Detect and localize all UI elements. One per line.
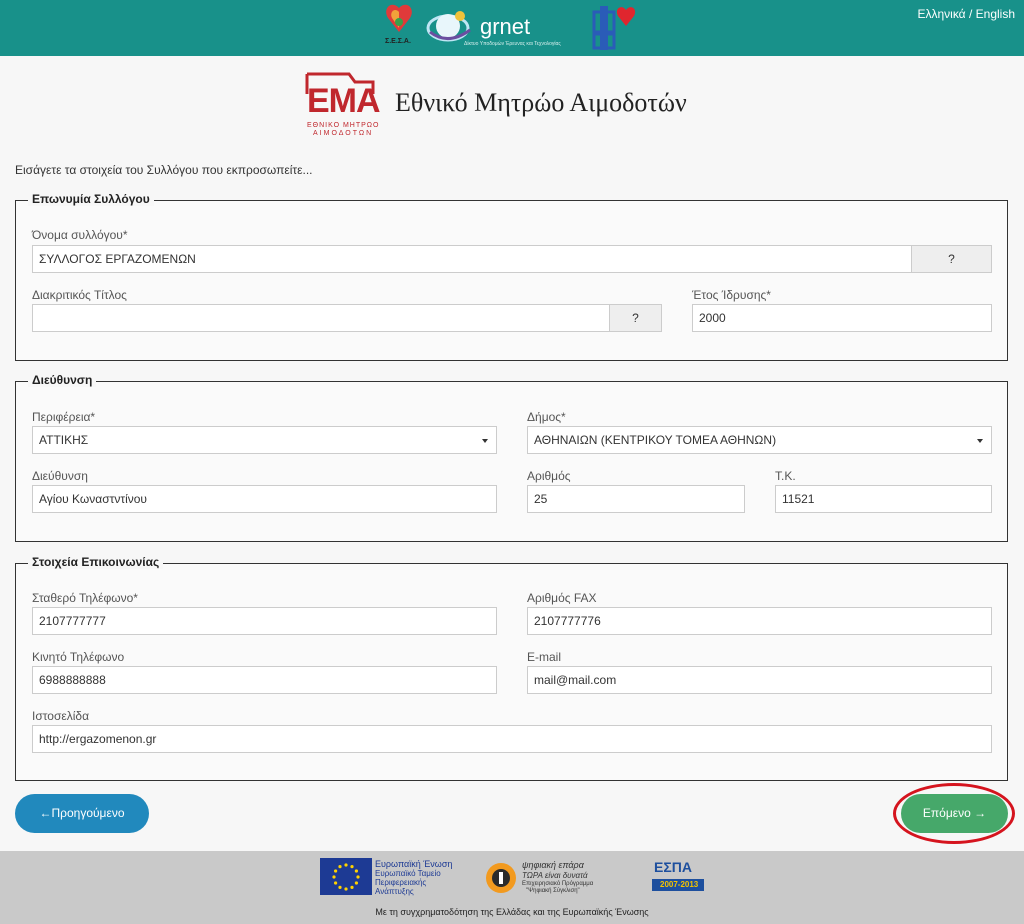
landline-label: Σταθερό Τηλέφωνο* (32, 591, 138, 605)
eu-line-2: Ευρωπαϊκό Ταμείο (375, 869, 441, 878)
association-name-label: Όνομα συλλόγου* (32, 228, 128, 242)
ema-logo-sub1: ΕΘΝΙΚΟ ΜΗΤΡΩΟ (307, 122, 380, 129)
region-label: Περιφέρεια* (32, 410, 96, 424)
lang-english-link[interactable]: English (976, 7, 1015, 21)
eu-line-4: Ανάπτυξης (375, 887, 414, 896)
chevron-down-icon (482, 439, 488, 443)
language-switcher: Ελληνικά / English (917, 7, 1015, 21)
distinctive-title-help-button[interactable]: ? (609, 304, 662, 332)
founding-year-field[interactable]: 2000 (692, 304, 992, 332)
fax-label: Αριθμός FAX (527, 591, 597, 605)
association-name-section: Επωνυμία Συλλόγου Όνομα συλλόγου* ΣΥΛΛΟΓ… (15, 192, 1008, 361)
eu-line-1: Ευρωπαϊκή Ένωση (375, 859, 453, 869)
municipality-selected-value: ΑΘΗΝΑΙΩΝ (ΚΕΝΤΡΙΚΟΥ ΤΟΜΕΑ ΑΘΗΝΩΝ) (534, 433, 777, 447)
grnet-logo: grnet Δίκτυο Υποδομών Έρευνας και Τεχνολ… (424, 2, 584, 52)
website-field[interactable]: http://ergazomenon.gr (32, 725, 992, 753)
previous-button-label: Προηγούμενο (51, 806, 125, 820)
address-section: Διεύθυνση Περιφέρεια* ΑΤΤΙΚΗΣ Δήμος* ΑΘΗ… (15, 373, 1008, 542)
previous-button[interactable]: ←Προηγούμενο (15, 794, 149, 833)
section-legend-address: Διεύθυνση (28, 373, 97, 387)
eu-line-3: Περιφερειακής (375, 878, 427, 887)
digital-line-2: ΤΩΡΑ είναι δυνατά (522, 871, 588, 880)
contact-section: Στοιχεία Επικοινωνίας Σταθερό Τηλέφωνο* … (15, 555, 1008, 781)
footer: Ευρωπαϊκή Ένωση Ευρωπαϊκό Ταμείο Περιφερ… (0, 851, 1024, 924)
digital-line-4: "Ψηφιακή Σύγκλιση" (526, 888, 580, 894)
arrow-left-icon: ← (39, 806, 52, 820)
street-label: Διεύθυνση (32, 469, 88, 483)
postcode-field[interactable]: 11521 (775, 485, 992, 513)
brand-header: ΕΜΑ ΕΘΝΙΚΟ ΜΗΤΡΩΟ ΑΙΜΟΔΟΤΩΝ Εθνικό Μητρώ… (305, 72, 745, 142)
fax-field[interactable]: 2107777776 (527, 607, 992, 635)
street-number-label: Αριθμός (527, 469, 571, 483)
grnet-tagline: Δίκτυο Υποδομών Έρευνας και Τεχνολογίας (464, 41, 561, 47)
municipality-label: Δήμος* (527, 410, 566, 424)
intro-text: Εισάγετε τα στοιχεία του Συλλόγου που εκ… (15, 163, 313, 177)
region-select[interactable]: ΑΤΤΙΚΗΣ (32, 426, 497, 454)
email-field[interactable]: mail@mail.com (527, 666, 992, 694)
eseth-label: Σ.Ε.Σ.Α. (385, 38, 411, 45)
street-number-field[interactable]: 25 (527, 485, 745, 513)
cofunding-text: Με τη συγχρηματοδότηση της Ελλάδας και τ… (375, 907, 649, 917)
grnet-wordmark: grnet (480, 14, 531, 39)
ema-logo-sub2: ΑΙΜΟΔΟΤΩΝ (313, 130, 374, 137)
chevron-down-icon (977, 439, 983, 443)
espa-logo: ΕΣΠΑ 2007-2013 (646, 859, 708, 897)
page-title: Εθνικό Μητρώο Αιμοδοτών (395, 88, 687, 117)
mobile-label: Κινητό Τηλέφωνο (32, 650, 125, 664)
municipality-select[interactable]: ΑΘΗΝΑΙΩΝ (ΚΕΝΤΡΙΚΟΥ ΤΟΜΕΑ ΑΘΗΝΩΝ) (527, 426, 992, 454)
postcode-label: Τ.Κ. (775, 469, 796, 483)
espa-years: 2007-2013 (660, 880, 699, 889)
eu-fund-text: Ευρωπαϊκή Ένωση Ευρωπαϊκό Ταμείο Περιφερ… (375, 859, 453, 897)
top-bar: Σ.Ε.Σ.Α. grnet Δίκτυο Υποδομών Έρευνας κ… (0, 0, 1024, 56)
digital-line-1: ψηφιακή επάρα (522, 860, 584, 870)
ema-logo: ΕΜΑ ΕΘΝΙΚΟ ΜΗΤΡΩΟ ΑΙΜΟΔΟΤΩΝ (305, 72, 381, 138)
section-legend-contact: Στοιχεία Επικοινωνίας (28, 555, 164, 569)
landline-field[interactable]: 2107777777 (32, 607, 497, 635)
lang-separator: / (965, 7, 976, 21)
eu-flag-icon (320, 858, 372, 895)
association-name-field[interactable]: ΣΥΛΛΟΓΟΣ ΕΡΓΑΖΟΜΕΝΩΝ (32, 245, 912, 273)
distinctive-title-label: Διακριτικός Τίτλος (32, 288, 127, 302)
website-label: Ιστοσελίδα (32, 709, 90, 723)
espa-wordmark: ΕΣΠΑ (654, 859, 692, 875)
email-label: E-mail (527, 650, 562, 664)
arrow-right-icon: → (974, 806, 987, 820)
health-ministry-logo (592, 4, 640, 52)
next-button[interactable]: Επόμενο → (901, 794, 1008, 833)
next-button-label: Επόμενο (922, 806, 971, 820)
ema-logo-text: ΕΜΑ (307, 82, 381, 120)
region-selected-value: ΑΤΤΙΚΗΣ (39, 433, 89, 447)
digital-convergence-logo: ψηφιακή επάρα ΤΩΡΑ είναι δυνατά Επιχειρη… (484, 859, 614, 897)
founding-year-label: Έτος Ίδρυσης* (692, 288, 771, 302)
digital-line-3: Επιχειρησιακό Πρόγραμμα (522, 881, 594, 887)
mobile-field[interactable]: 6988888888 (32, 666, 497, 694)
association-name-help-button[interactable]: ? (911, 245, 992, 273)
section-legend-name: Επωνυμία Συλλόγου (28, 192, 154, 206)
eseth-logo: Σ.Ε.Σ.Α. (380, 2, 418, 54)
street-field[interactable]: Αγίου Κωναστντίνου (32, 485, 497, 513)
distinctive-title-field[interactable] (32, 304, 610, 332)
lang-greek-link[interactable]: Ελληνικά (917, 7, 965, 21)
